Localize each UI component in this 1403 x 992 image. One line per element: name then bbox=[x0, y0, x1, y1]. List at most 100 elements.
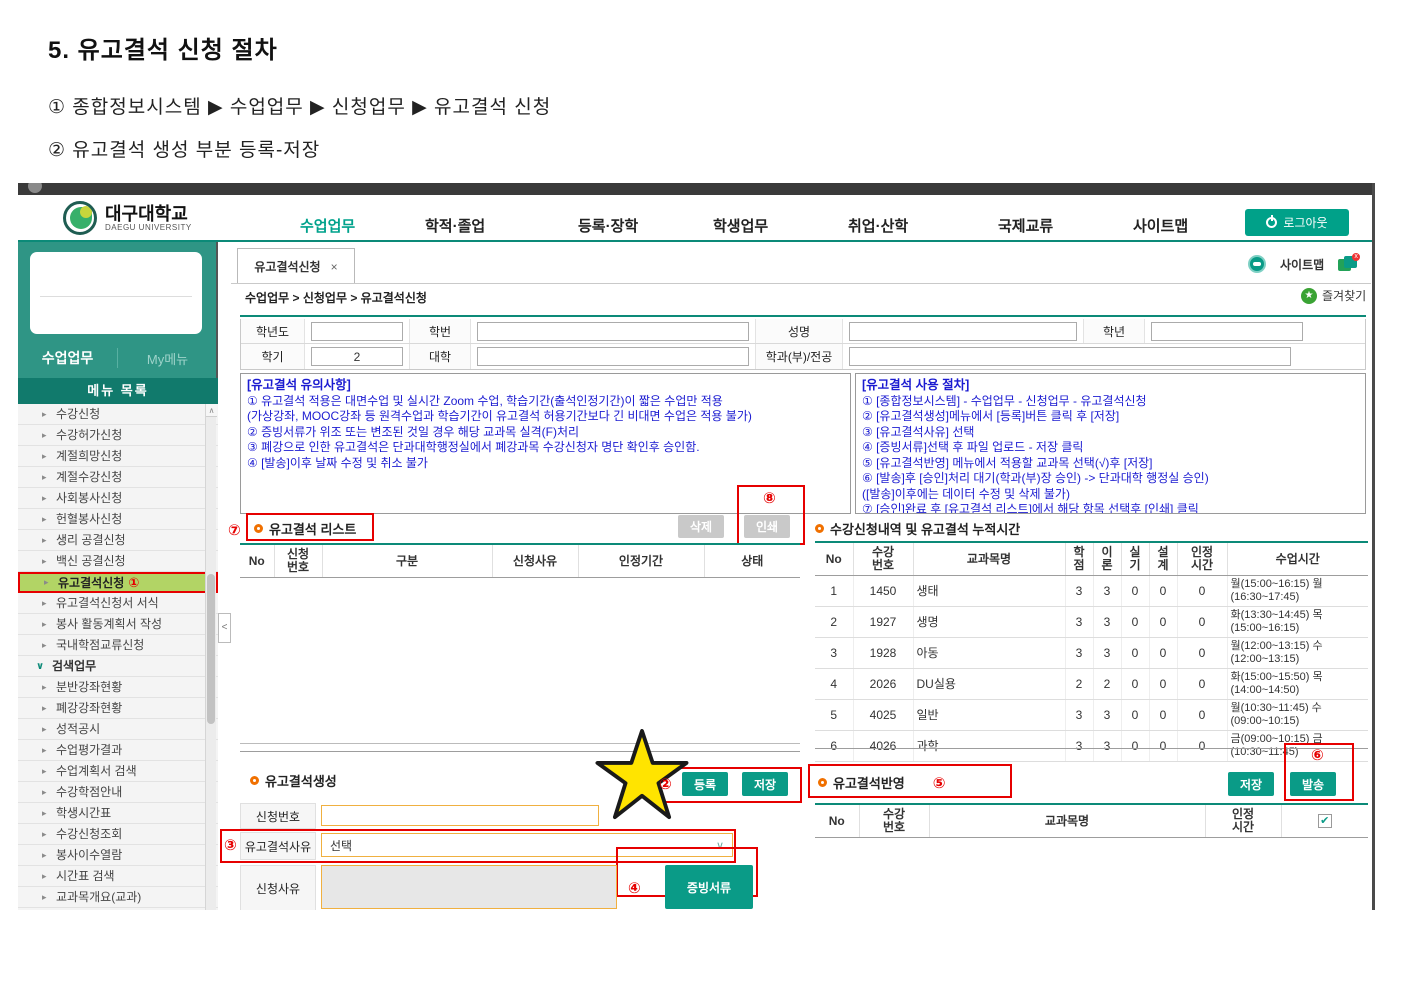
sidebar-item-blood[interactable]: ▸헌혈봉사신청 bbox=[18, 509, 218, 530]
detail-reason-textarea[interactable] bbox=[321, 865, 617, 909]
notice-procedure: [유고결석 사용 절차] ① [종합정보시스템] - 수업업무 - 신청업무 -… bbox=[855, 373, 1366, 514]
arrow-icon: ▸ bbox=[42, 530, 47, 551]
sidebar-item-volunteer[interactable]: ▸사회봉사신청 bbox=[18, 488, 218, 509]
scroll-up-icon[interactable]: ∧ bbox=[206, 404, 217, 417]
major-label: 학과(부)/전공 bbox=[755, 344, 843, 369]
checkbox-checked-icon[interactable]: ✔ bbox=[1318, 814, 1332, 828]
notice-line: ① [종합정보시스템] - 수업업무 - 신청업무 - 유고결석신청 bbox=[862, 394, 1359, 410]
sitemap-globe-icon[interactable] bbox=[1248, 255, 1266, 273]
sidebar-item-eval-result[interactable]: ▸수업평가결과 bbox=[18, 740, 218, 761]
sidebar-item-sugang-lookup[interactable]: ▸수강신청조회 bbox=[18, 824, 218, 845]
col-course-no: 수강 번호 bbox=[859, 804, 929, 838]
table-row[interactable]: 11450생태33000월(15:00~16:15) 월(16:30~17:45… bbox=[815, 576, 1368, 607]
nav-international[interactable]: 국제교류 bbox=[998, 215, 1053, 236]
sidebar-item-class-status[interactable]: ▸분반강좌현황 bbox=[18, 677, 218, 698]
sidebar-item-syllabus-search[interactable]: ▸수업계획서 검색 bbox=[18, 761, 218, 782]
student-id-input[interactable] bbox=[477, 322, 749, 341]
sidebar-item-volunteer-view[interactable]: ▸봉사이수열람 bbox=[18, 845, 218, 866]
col-reason: 신청사유 bbox=[492, 544, 578, 578]
content-top-border bbox=[240, 315, 1366, 317]
name-input[interactable] bbox=[849, 322, 1077, 341]
sidebar-item-absence-form[interactable]: ▸유고결석신청서 서식 bbox=[18, 593, 218, 614]
sidebar-item-clipped[interactable]: ▸취업전지추경 bbox=[18, 908, 218, 910]
sidebar-item-volunteer-plan[interactable]: ▸봉사 활동계획서 작성 bbox=[18, 614, 218, 635]
annotation-badge-2: ② bbox=[659, 775, 672, 793]
university-logo[interactable]: 대구대학교 DAEGU UNIVERSITY bbox=[63, 201, 192, 235]
sidebar: 수업업무 My메뉴 메뉴 목록 ▸수강신청 ▸수강허가신청 ▸계절희망신청 ▸계… bbox=[18, 242, 218, 910]
nav-classes[interactable]: 수업업무 bbox=[300, 215, 355, 236]
sidebar-tab-classes[interactable]: 수업업무 bbox=[18, 348, 118, 368]
close-icon[interactable]: × bbox=[331, 260, 338, 274]
absence-reason-label: 유고결석사유 bbox=[240, 832, 316, 860]
sitemap-label[interactable]: 사이트맵 bbox=[1280, 256, 1324, 273]
major-input[interactable] bbox=[849, 347, 1291, 366]
sidebar-collapse-handle[interactable]: < bbox=[218, 613, 231, 643]
sidebar-group-search[interactable]: ∨검색업무 bbox=[18, 656, 218, 677]
save-button[interactable]: 저장 bbox=[742, 772, 788, 796]
sidebar-scrollbar[interactable]: ∧ bbox=[205, 404, 216, 910]
notice-line: ② [유고결석생성]메뉴에서 [등록]버튼 클릭 후 [저장] bbox=[862, 409, 1359, 425]
popup-window-icon[interactable]: x bbox=[1338, 256, 1358, 272]
nav-registration[interactable]: 등록·장학 bbox=[578, 215, 638, 236]
sidebar-item-credit-exchange[interactable]: ▸국내학점교류신청 bbox=[18, 635, 218, 656]
grade-input[interactable] bbox=[1151, 322, 1303, 341]
sidebar-item-period-absence[interactable]: ▸생리 공결신청 bbox=[18, 530, 218, 551]
notice-line: ① 유고결석 적용은 대면수업 및 실시간 Zoom 수업, 학습기간(출석인정… bbox=[247, 394, 844, 410]
sidebar-tab-mymenu[interactable]: My메뉴 bbox=[118, 349, 217, 368]
term-input[interactable]: 2 bbox=[311, 347, 403, 366]
request-no-input[interactable] bbox=[321, 805, 599, 826]
table-row[interactable]: 21927생명33000화(13:30~14:45) 목(15:00~16:15… bbox=[815, 607, 1368, 638]
logout-button[interactable]: 로그아웃 bbox=[1245, 209, 1349, 236]
col-no: No bbox=[240, 544, 274, 578]
sidebar-item-vaccine-absence[interactable]: ▸백신 공결신청 bbox=[18, 551, 218, 572]
doc-title: 5. 유고결석 신청 절차 bbox=[48, 30, 278, 65]
annotation-badge-4: ④ bbox=[628, 879, 641, 897]
sidebar-item-timetable-search[interactable]: ▸시간표 검색 bbox=[18, 866, 218, 887]
college-label: 대학 bbox=[409, 344, 471, 369]
logo-subtitle: DAEGU UNIVERSITY bbox=[105, 223, 192, 232]
sidebar-item-season-sugang[interactable]: ▸계절수강신청 bbox=[18, 467, 218, 488]
nav-sitemap[interactable]: 사이트맵 bbox=[1133, 215, 1188, 236]
col-recognized: 인정 시간 bbox=[1177, 542, 1227, 576]
scrollbar-thumb[interactable] bbox=[207, 574, 215, 724]
sidebar-item-sugang-permit[interactable]: ▸수강허가신청 bbox=[18, 425, 218, 446]
arrow-icon: ▸ bbox=[42, 866, 47, 887]
year-input[interactable] bbox=[311, 322, 403, 341]
breadcrumb: 수업업무 > 신청업무 > 유고결석신청 bbox=[245, 289, 427, 306]
student-id-label: 학번 bbox=[409, 319, 471, 343]
nav-records[interactable]: 학적·졸업 bbox=[425, 215, 485, 236]
table-row[interactable]: 64026과학33000금(09:00~10:15) 금(10:30~11:45… bbox=[815, 731, 1368, 762]
sidebar-item-season-hope[interactable]: ▸계절희망신청 bbox=[18, 446, 218, 467]
evidence-button[interactable]: 증빙서류 bbox=[665, 865, 753, 909]
col-course-name: 교과목명 bbox=[913, 542, 1065, 576]
section-bullet-icon bbox=[254, 524, 263, 533]
nav-career[interactable]: 취업·산학 bbox=[848, 215, 908, 236]
notice-line: ④ [발송]이후 날짜 수정 및 취소 불가 bbox=[247, 456, 844, 472]
arrow-icon: ▸ bbox=[42, 467, 47, 488]
send-button[interactable]: 발송 bbox=[1290, 772, 1336, 796]
arrow-icon: ▸ bbox=[42, 698, 47, 719]
table-row[interactable]: 31928아동33000월(12:00~13:15) 수(12:00~13:15… bbox=[815, 638, 1368, 669]
sidebar-item-course-outline[interactable]: ▸교과목개요(교과) bbox=[18, 887, 218, 908]
college-input[interactable] bbox=[477, 347, 749, 366]
apply-save-button[interactable]: 저장 bbox=[1228, 772, 1274, 796]
nav-student[interactable]: 학생업무 bbox=[713, 215, 768, 236]
col-no: No bbox=[815, 542, 853, 576]
table-row[interactable]: 42026DU실용22000화(15:00~15:50) 목(14:00~14:… bbox=[815, 669, 1368, 700]
power-icon bbox=[1266, 217, 1277, 228]
table-row[interactable]: 54025일반33000월(10:30~11:45) 수(09:00~10:15… bbox=[815, 700, 1368, 731]
tab-excused-absence[interactable]: 유고결석신청 × bbox=[237, 248, 355, 284]
delete-button[interactable]: 삭제 bbox=[678, 515, 724, 538]
name-label: 성명 bbox=[755, 319, 843, 343]
sidebar-item-closed-class[interactable]: ▸폐강강좌현황 bbox=[18, 698, 218, 719]
sidebar-item-credit-guide[interactable]: ▸수강학점안내 bbox=[18, 782, 218, 803]
favorite-button[interactable]: ★ 즐겨찾기 bbox=[1301, 287, 1366, 304]
print-button[interactable]: 인쇄 bbox=[744, 515, 790, 538]
sidebar-item-sugang[interactable]: ▸수강신청 bbox=[18, 404, 218, 425]
absence-reason-select[interactable]: 선택 ∨ bbox=[321, 833, 733, 857]
sidebar-item-timetable[interactable]: ▸학생시간표 bbox=[18, 803, 218, 824]
window-dot bbox=[28, 183, 42, 193]
sidebar-item-excused-absence[interactable]: ▸유고결석신청① bbox=[18, 572, 218, 593]
sidebar-item-grade-post[interactable]: ▸성적공시 bbox=[18, 719, 218, 740]
page: 5. 유고결석 신청 절차 ① 종합정보시스템 ▶ 수업업무 ▶ 신청업무 ▶ … bbox=[0, 0, 1403, 992]
